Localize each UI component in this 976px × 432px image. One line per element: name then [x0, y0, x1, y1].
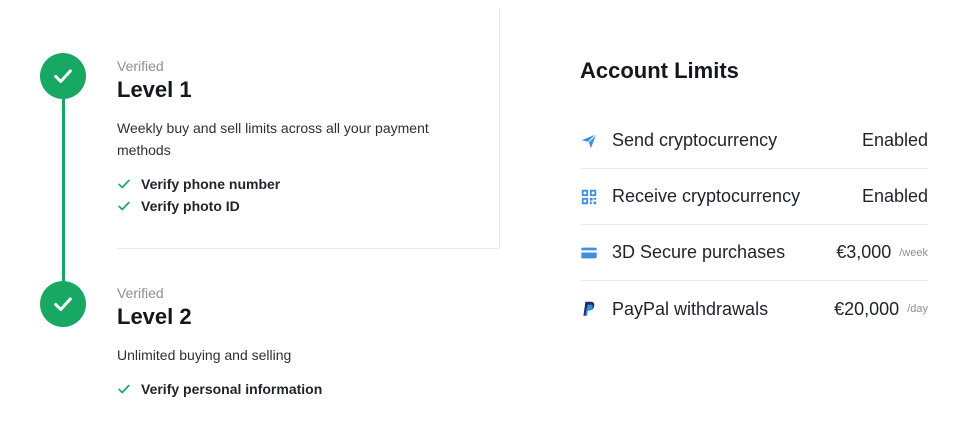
requirement-list: Verify phone number Verify photo ID	[117, 173, 477, 217]
limit-period: /day	[907, 303, 928, 315]
account-limits-title: Account Limits	[580, 58, 739, 83]
limit-value: Enabled	[861, 186, 928, 206]
limit-period: /week	[899, 246, 928, 259]
check-icon	[118, 201, 130, 211]
level-2-section: Verified Level 2 Unlimited buying and se…	[117, 285, 477, 400]
limit-row-paypal-withdrawals: PayPal withdrawals €20,000 /day	[580, 281, 928, 337]
limit-label: Send cryptocurrency	[612, 130, 778, 150]
limit-row-3d-secure-purchases: 3D Secure purchases €3,000 /week	[580, 225, 928, 281]
level-title: Level 2	[117, 304, 192, 329]
verification-timeline-line	[62, 98, 65, 286]
account-limits-list: Send cryptocurrency Enabled Receive cryp…	[580, 113, 928, 337]
limit-row-receive-cryptocurrency: Receive cryptocurrency Enabled	[580, 169, 928, 225]
level-title: Level 1	[117, 77, 192, 102]
level-description: Unlimited buying and selling	[117, 347, 292, 363]
requirement-item: Verify personal information	[117, 378, 477, 400]
requirement-list: Verify personal information	[117, 378, 477, 400]
level-1-section: Verified Level 1 Weekly buy and sell lim…	[117, 58, 477, 217]
limit-value: Enabled	[861, 130, 928, 150]
limit-label: 3D Secure purchases	[612, 242, 786, 262]
account-limits-panel: Account Limits Send cryptocurrency Enabl…	[580, 58, 928, 337]
requirement-label: Verify personal information	[141, 381, 323, 397]
limit-row-send-cryptocurrency: Send cryptocurrency Enabled	[580, 113, 928, 169]
paypal-icon	[580, 300, 598, 318]
limit-label: PayPal withdrawals	[612, 298, 769, 319]
requirement-label: Verify photo ID	[141, 198, 240, 214]
qr-code-icon	[580, 188, 598, 206]
credit-card-icon	[580, 244, 598, 262]
requirement-item: Verify photo ID	[117, 195, 477, 217]
level-2-verified-check-icon	[40, 281, 86, 327]
level-description: Weekly buy and sell limits across all yo…	[117, 120, 429, 158]
requirement-label: Verify phone number	[141, 176, 281, 192]
check-icon	[118, 179, 130, 189]
limit-label: Receive cryptocurrency	[612, 186, 801, 206]
limit-value: €3,000	[836, 242, 892, 262]
level-1-verified-check-icon	[40, 53, 86, 99]
check-icon	[118, 384, 130, 394]
level-status: Verified	[117, 285, 164, 301]
requirement-item: Verify phone number	[117, 173, 477, 195]
level-status: Verified	[117, 58, 164, 74]
send-icon	[580, 132, 598, 150]
limit-value: €20,000	[834, 298, 900, 319]
